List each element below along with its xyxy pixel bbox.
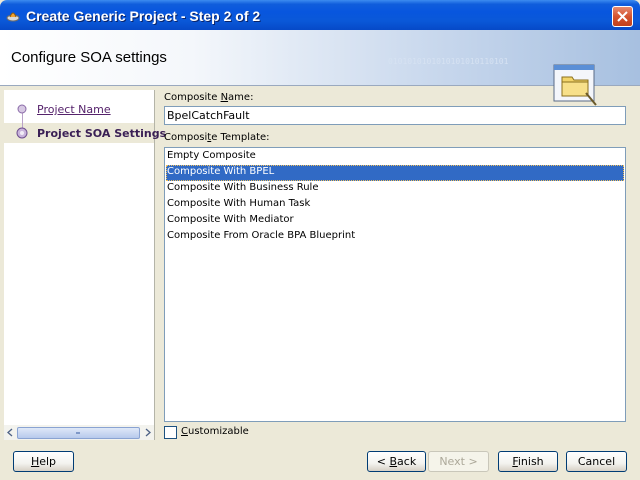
- page-title: Configure SOA settings: [11, 49, 167, 66]
- jdeveloper-app-icon: [6, 12, 20, 22]
- button-label: Next >: [439, 455, 478, 468]
- title-bar[interactable]: Create Generic Project - Step 2 of 2: [0, 0, 640, 30]
- list-item-composite-with-mediator[interactable]: Composite With Mediator: [166, 213, 624, 229]
- cancel-button[interactable]: Cancel: [566, 451, 627, 472]
- chevron-left-icon[interactable]: [6, 428, 14, 437]
- mnemonic: C: [181, 426, 188, 437]
- next-button[interactable]: Next >: [428, 451, 489, 472]
- button-label: Cancel: [577, 455, 616, 468]
- label-text: ame:: [228, 92, 254, 103]
- close-button[interactable]: [612, 6, 633, 27]
- list-item-composite-from-oracle-bpa-blueprint[interactable]: Composite From Oracle BPA Blueprint: [166, 229, 624, 245]
- back-button[interactable]: < Back: [367, 451, 426, 472]
- nav-item-label: Project SOA Settings: [37, 127, 167, 140]
- list-item-composite-with-human-task[interactable]: Composite With Human Task: [166, 197, 624, 213]
- wizard-step-nav: Project Name Project SOA Settings: [4, 90, 166, 440]
- finish-button[interactable]: Finish: [498, 451, 558, 472]
- button-label: elp: [39, 455, 57, 468]
- label-text: e Template:: [211, 132, 270, 143]
- composite-template-list[interactable]: Empty Composite Composite With BPEL Comp…: [164, 147, 626, 422]
- create-generic-project-dialog: Create Generic Project - Step 2 of 2 Con…: [0, 0, 640, 480]
- binary-decoration: 0101010101010101010110101: [388, 57, 509, 66]
- mnemonic: N: [220, 92, 229, 103]
- nav-item-project-soa-settings[interactable]: Project SOA Settings: [4, 124, 166, 144]
- list-item-composite-with-business-rule[interactable]: Composite With Business Rule: [166, 181, 624, 197]
- wizard-header: Configure SOA settings 01010101010101010…: [0, 30, 640, 106]
- window-title: Create Generic Project - Step 2 of 2: [26, 8, 261, 24]
- customizable-label[interactable]: Customizable: [181, 426, 249, 437]
- scroll-grip: [76, 432, 80, 434]
- composite-name-input[interactable]: [164, 106, 626, 125]
- label-text: Composi: [164, 132, 208, 143]
- composite-template-label: Composite Template:: [164, 132, 270, 143]
- nav-item-label: Project Name: [37, 103, 111, 116]
- current-step-icon: [16, 127, 28, 139]
- list-item-empty-composite[interactable]: Empty Composite: [166, 149, 624, 165]
- button-label: <: [376, 455, 390, 468]
- close-icon: [617, 11, 628, 22]
- nav-horizontal-scrollbar[interactable]: [4, 425, 154, 440]
- customizable-checkbox[interactable]: [164, 426, 177, 439]
- chevron-right-icon[interactable]: [144, 428, 152, 437]
- scroll-thumb[interactable]: [17, 427, 140, 439]
- list-item-composite-with-bpel[interactable]: Composite With BPEL: [166, 165, 624, 181]
- button-label: ack: [397, 455, 417, 468]
- visited-step-icon: [17, 104, 27, 114]
- label-text: Composite: [164, 92, 221, 103]
- folder-window-icon: [553, 64, 597, 106]
- mnemonic: H: [30, 455, 40, 468]
- button-label: inish: [517, 455, 544, 468]
- label-text: ustomizable: [187, 426, 249, 437]
- help-button[interactable]: Help: [13, 451, 74, 472]
- mnemonic: B: [389, 455, 398, 468]
- nav-item-project-name[interactable]: Project Name: [4, 100, 154, 120]
- composite-name-label: Composite Name:: [164, 92, 253, 103]
